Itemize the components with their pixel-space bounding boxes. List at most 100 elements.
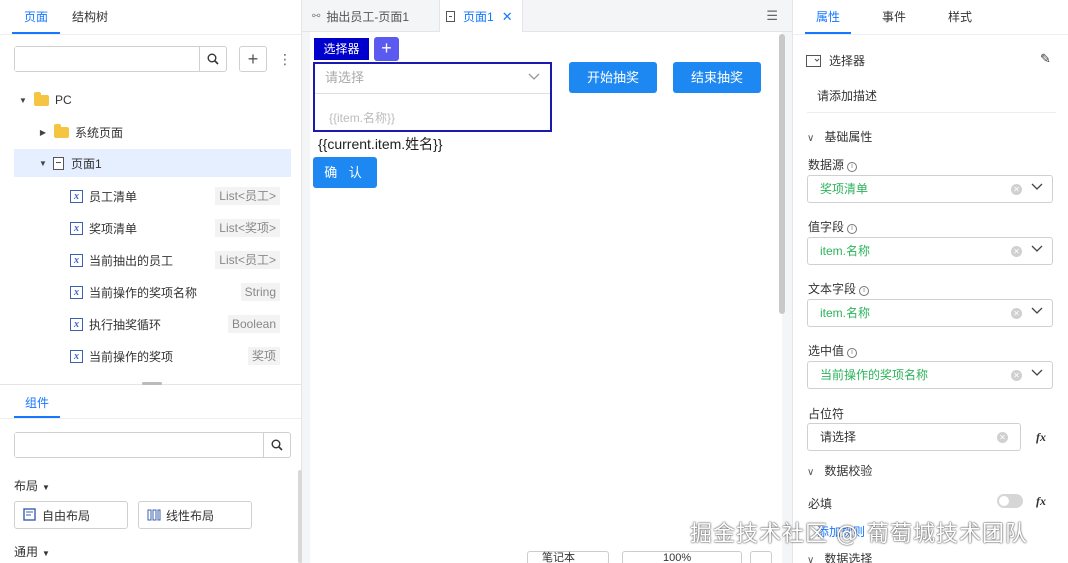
tab-structure-tree[interactable]: 结构树: [60, 0, 120, 34]
caret-down-icon[interactable]: ▼: [38, 159, 48, 168]
caret-right-icon[interactable]: ▶: [38, 128, 48, 137]
tree-label: PC: [55, 93, 72, 107]
section-validation[interactable]: ∨ 数据校验: [807, 462, 872, 479]
tab-properties[interactable]: 属性: [805, 0, 852, 34]
scrollbar[interactable]: [779, 34, 785, 314]
var-type-badge: List<员工>: [215, 251, 280, 269]
tree-var-item[interactable]: x 当前操作的奖项 奖项: [70, 342, 280, 370]
edit-icon[interactable]: ✎: [1040, 51, 1051, 67]
selected-value-select[interactable]: 当前操作的奖项名称 ✕: [807, 361, 1053, 389]
selector-component-tag[interactable]: 选择器: [314, 38, 369, 60]
folder-icon: [54, 123, 69, 138]
chevron-down-icon: ∨: [807, 555, 815, 563]
page-search-field: [14, 46, 227, 72]
tab-page1[interactable]: 页面1 ✕: [439, 0, 523, 33]
field-label: 必填: [808, 497, 833, 511]
tab-label: 页面1: [463, 10, 494, 24]
list-menu-icon[interactable]: ☰: [766, 8, 778, 24]
variable-icon: x: [70, 189, 83, 203]
info-icon[interactable]: i: [847, 224, 858, 234]
end-draw-button[interactable]: 结束抽奖: [673, 62, 761, 93]
variable-icon: x: [70, 285, 83, 299]
tab-components[interactable]: 组件: [14, 390, 60, 418]
caret-down-icon[interactable]: ▼: [18, 96, 28, 105]
chevron-down-icon[interactable]: [1031, 368, 1043, 380]
tree-node-system[interactable]: ▶ 系统页面: [38, 118, 123, 146]
field-label: 文本字段 i: [808, 280, 870, 297]
fullscreen-button[interactable]: [750, 551, 772, 563]
component-free-layout[interactable]: 自由布局: [14, 501, 128, 529]
section-common[interactable]: 通用 ▼: [14, 543, 50, 560]
tree-var-item[interactable]: x 执行抽奖循环 Boolean: [70, 310, 280, 338]
chevron-down-icon: ∨: [807, 133, 815, 144]
placeholder-input[interactable]: 请选择 ✕: [807, 423, 1021, 451]
select-value: 奖项清单: [820, 182, 869, 196]
section-data-select[interactable]: ∨ 数据选择: [807, 550, 872, 563]
clear-icon[interactable]: ✕: [997, 432, 1008, 443]
tab-extract-page[interactable]: ⚯ 抽出员工-页面1: [308, 0, 438, 32]
text-field-select[interactable]: item.名称 ✕: [807, 299, 1053, 327]
component-name: 选择器: [829, 54, 866, 68]
left-panel: 页面 结构树 + ⋮ ▼ PC ▶ 系统页面 ▼ 页面1 x 员工清单 List…: [0, 0, 302, 563]
var-name: 员工清单: [89, 189, 138, 204]
confirm-button[interactable]: 确 认: [313, 157, 377, 188]
tab-events[interactable]: 事件: [871, 0, 917, 34]
fx-icon[interactable]: fx: [1036, 430, 1046, 445]
label-text: 选中值: [808, 344, 845, 358]
tree-label: 页面1: [71, 156, 102, 171]
chevron-down-icon[interactable]: [1031, 306, 1043, 318]
add-page-button[interactable]: +: [239, 46, 267, 72]
var-name: 当前操作的奖项名称: [89, 285, 198, 300]
tab-pages[interactable]: 页面: [12, 0, 61, 34]
chevron-down-icon[interactable]: [1031, 182, 1043, 194]
datasource-select[interactable]: 奖项清单 ✕: [807, 175, 1053, 203]
chevron-down-icon: ∨: [807, 467, 815, 478]
chevron-down-icon[interactable]: [528, 64, 540, 92]
section-label: 数据校验: [824, 464, 873, 478]
tree-var-item[interactable]: x 当前操作的奖项名称 String: [70, 278, 280, 306]
component-description[interactable]: 请添加描述: [817, 87, 877, 104]
section-label: 基础属性: [824, 130, 873, 144]
tree-var-item[interactable]: x 员工清单 List<员工>: [70, 182, 280, 210]
value-field-select[interactable]: item.名称 ✕: [807, 237, 1053, 265]
close-icon[interactable]: ✕: [502, 9, 513, 25]
component-linear-layout[interactable]: 线性布局: [138, 501, 252, 529]
search-icon[interactable]: [263, 433, 290, 457]
required-toggle[interactable]: [997, 494, 1023, 508]
tab-styles[interactable]: 样式: [937, 0, 983, 34]
more-vertical-icon[interactable]: ⋮: [278, 50, 292, 68]
divider: [0, 34, 301, 35]
page-search-input[interactable]: [15, 47, 200, 71]
section-basic-props[interactable]: ∨ 基础属性: [807, 128, 872, 145]
info-icon[interactable]: i: [859, 286, 870, 296]
left-tabs: 页面 结构树: [12, 0, 120, 34]
clear-icon[interactable]: ✕: [1011, 184, 1022, 195]
resize-handle[interactable]: [142, 382, 162, 385]
clear-icon[interactable]: ✕: [1011, 308, 1022, 319]
select-option[interactable]: {{item.名称}}: [329, 109, 395, 126]
field-label: 数据源 i: [808, 156, 858, 173]
fx-icon[interactable]: fx: [1036, 494, 1046, 509]
select-component[interactable]: 请选择 {{item.名称}}: [313, 62, 552, 132]
component-search-input[interactable]: [15, 433, 260, 457]
tree-var-item[interactable]: x 当前抽出的员工 List<员工>: [70, 246, 280, 274]
zoom-control[interactable]: 100%: [622, 551, 742, 563]
start-draw-button[interactable]: 开始抽奖: [569, 62, 657, 93]
tree-var-item[interactable]: x 奖项清单 List<奖项>: [70, 214, 280, 242]
device-notebook-button[interactable]: 笔记本: [527, 551, 609, 563]
add-component-button[interactable]: +: [374, 37, 399, 61]
clear-icon[interactable]: ✕: [1011, 246, 1022, 257]
chevron-down-icon[interactable]: [1031, 244, 1043, 256]
variable-icon: x: [70, 221, 83, 235]
section-layout[interactable]: 布局 ▼: [14, 477, 50, 494]
caret-down-icon: ▼: [42, 483, 50, 492]
zoom-value: 100%: [663, 552, 692, 563]
clear-icon[interactable]: ✕: [1011, 370, 1022, 381]
select-placeholder: 请选择: [325, 70, 365, 85]
search-icon[interactable]: [199, 47, 226, 71]
info-icon[interactable]: i: [847, 348, 858, 358]
info-icon[interactable]: i: [847, 162, 858, 172]
tree-node-page1[interactable]: ▼ 页面1: [38, 149, 102, 177]
tree-node-pc[interactable]: ▼ PC: [18, 86, 72, 114]
select-input[interactable]: 请选择: [315, 64, 550, 94]
